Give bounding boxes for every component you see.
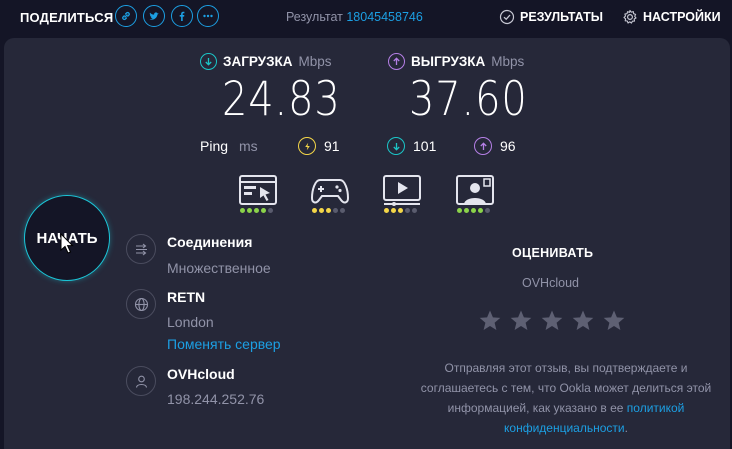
- video-call-rating: [457, 208, 490, 213]
- star-icon[interactable]: [478, 309, 502, 333]
- rating-dot: [333, 208, 338, 213]
- rating-disclaimer: Отправляя этот отзыв, вы подтверждаете и…: [412, 358, 720, 438]
- user-icon: [126, 366, 156, 396]
- rating-dot: [261, 208, 266, 213]
- rating-dot: [312, 208, 317, 213]
- rating-dot: [398, 208, 403, 213]
- download-latency-icon: [387, 137, 405, 155]
- rating-dot: [268, 208, 273, 213]
- ping-unit: ms: [239, 138, 258, 154]
- rating-dot: [326, 208, 331, 213]
- rating-dot: [247, 208, 252, 213]
- rating-dot: [384, 208, 389, 213]
- video-call-icon[interactable]: [455, 174, 495, 208]
- rating-dot: [240, 208, 245, 213]
- gaming-icon[interactable]: [310, 174, 350, 208]
- disclaimer-end: .: [624, 421, 628, 435]
- change-server-link[interactable]: Поменять сервер: [167, 336, 281, 352]
- upload-latency-icon: [474, 137, 492, 155]
- rating-dot: [412, 208, 417, 213]
- ping-upload-value: 96: [500, 138, 516, 154]
- star-icon[interactable]: [540, 309, 564, 333]
- ping-idle: 91: [298, 137, 340, 155]
- settings-button[interactable]: НАСТРОЙКИ: [622, 9, 721, 25]
- link-icon[interactable]: [115, 5, 137, 27]
- ping-download: 101: [387, 137, 436, 155]
- results-button[interactable]: РЕЗУЛЬТАТЫ: [499, 9, 603, 25]
- upload-value: 37.60: [409, 72, 528, 127]
- rate-provider: OVHcloud: [522, 276, 579, 290]
- check-circle-icon: [499, 9, 515, 25]
- video-streaming-rating: [384, 208, 417, 213]
- rating-dot: [478, 208, 483, 213]
- upload-header: ВЫГРУЗКА Mbps: [388, 53, 524, 70]
- main-panel: ЗАГРУЗКА Mbps 24.83 ВЫГРУЗКА Mbps 37.60 …: [4, 38, 730, 449]
- download-arrow-icon: [200, 53, 217, 70]
- star-icon[interactable]: [602, 309, 626, 333]
- download-value: 24.83: [222, 72, 341, 127]
- top-bar: ПОДЕЛИТЬСЯ Результат 18045458746 РЕЗУЛЬТ…: [0, 0, 732, 36]
- rating-stars: [478, 309, 626, 333]
- upload-unit: Mbps: [491, 54, 525, 69]
- star-icon[interactable]: [571, 309, 595, 333]
- connections-icon: [126, 234, 156, 264]
- facebook-icon[interactable]: [171, 5, 193, 27]
- upload-label: ВЫГРУЗКА: [411, 54, 486, 69]
- provider-title: OVHcloud: [167, 366, 235, 382]
- more-icon[interactable]: [197, 5, 219, 27]
- rating-dot: [405, 208, 410, 213]
- results-label: РЕЗУЛЬТАТЫ: [520, 10, 603, 24]
- upload-arrow-icon: [388, 53, 405, 70]
- rate-title: ОЦЕНИВАТЬ: [512, 246, 594, 260]
- download-label: ЗАГРУЗКА: [223, 54, 293, 69]
- ping-download-value: 101: [413, 138, 437, 154]
- rating-dot: [391, 208, 396, 213]
- web-browsing-rating: [240, 208, 273, 213]
- video-streaming-icon[interactable]: [382, 174, 422, 208]
- result-label: Результат: [286, 10, 343, 24]
- idle-latency-icon: [298, 137, 316, 155]
- share-label: ПОДЕЛИТЬСЯ: [20, 10, 114, 25]
- download-unit: Mbps: [298, 54, 332, 69]
- result-id: Результат 18045458746: [286, 10, 423, 24]
- server-title: RETN: [167, 289, 206, 305]
- ping-label: Ping: [200, 138, 229, 154]
- result-id-link[interactable]: 18045458746: [346, 10, 422, 24]
- web-browsing-icon[interactable]: [238, 174, 278, 208]
- connections-title: Соединения: [167, 234, 253, 250]
- mouse-cursor-icon: [60, 233, 74, 254]
- rating-dot: [464, 208, 469, 213]
- rating-dot: [485, 208, 490, 213]
- rating-dot: [254, 208, 259, 213]
- download-header: ЗАГРУЗКА Mbps: [200, 53, 332, 70]
- rating-dot: [319, 208, 324, 213]
- rating-dot: [340, 208, 345, 213]
- provider-ip: 198.244.252.76: [167, 391, 265, 407]
- gaming-rating: [312, 208, 345, 213]
- connections-value: Множественное: [167, 260, 271, 276]
- ping-idle-value: 91: [324, 138, 340, 154]
- globe-icon: [126, 289, 156, 319]
- gear-icon: [623, 9, 637, 24]
- twitter-icon[interactable]: [143, 5, 165, 27]
- settings-label: НАСТРОЙКИ: [643, 10, 721, 24]
- rating-dot: [457, 208, 462, 213]
- star-icon[interactable]: [509, 309, 533, 333]
- rating-dot: [471, 208, 476, 213]
- server-location: London: [167, 314, 214, 330]
- ping-upload: 96: [474, 137, 516, 155]
